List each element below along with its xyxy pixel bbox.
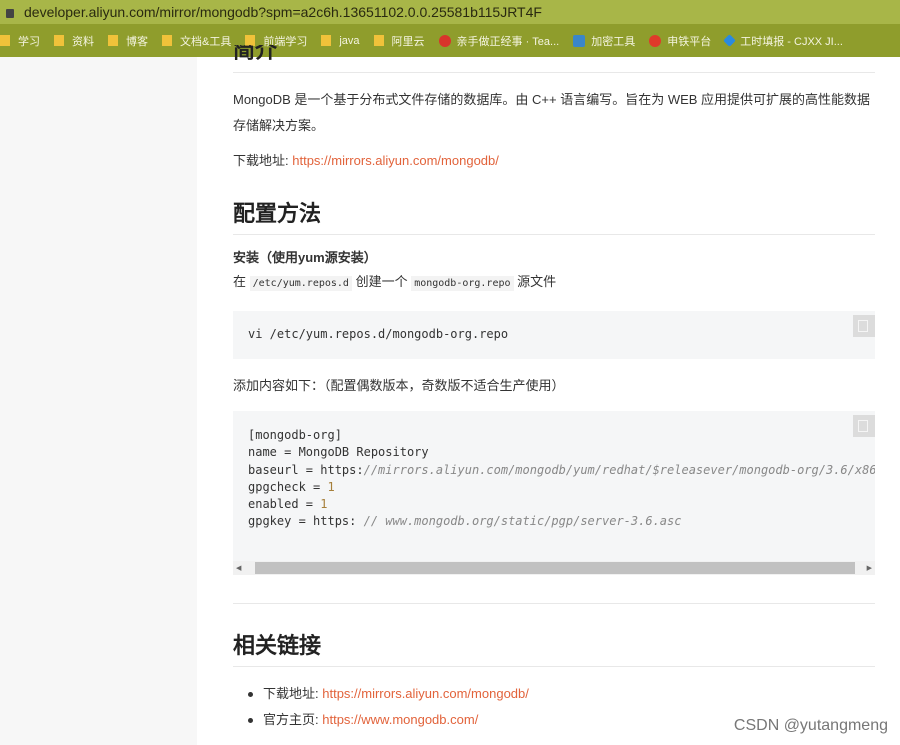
intro-heading: 简介: [233, 45, 875, 73]
folder-icon: [0, 35, 10, 46]
scrollbar-thumb[interactable]: [255, 562, 855, 574]
add-content-text: 添加内容如下：（配置偶数版本，奇数版不适合生产使用）: [233, 378, 565, 393]
horizontal-scrollbar[interactable]: ◀ ▶: [233, 561, 875, 575]
command-code-block: vi /etc/yum.repos.d/mongodb-org.repo: [233, 311, 875, 359]
copy-icon[interactable]: [853, 315, 875, 337]
download-link[interactable]: https://mirrors.aliyun.com/mongodb/: [322, 686, 529, 701]
url-text[interactable]: developer.aliyun.com/mirror/mongodb?spm=…: [24, 4, 542, 20]
bookmark-folder[interactable]: 文档&工具: [162, 33, 231, 49]
links-heading: 相关链接: [233, 628, 875, 667]
intro-text: MongoDB 是一个基于分布式文件存储的数据库。由 C++ 语言编写。旨在为 …: [233, 92, 871, 133]
sidebar: [0, 57, 197, 745]
copy-icon[interactable]: [853, 415, 875, 437]
download-link[interactable]: https://mirrors.aliyun.com/mongodb/: [292, 153, 499, 168]
watermark: CSDN @yutangmeng: [733, 717, 888, 734]
folder-icon: [108, 35, 118, 46]
list-item: 下载地址: https://mirrors.aliyun.com/mongodb…: [233, 681, 875, 707]
install-text: 在 /etc/yum.repos.d 创建一个 mongodb-org.repo…: [233, 274, 557, 291]
folder-icon: [162, 35, 172, 46]
bookmark-folder[interactable]: 资料: [54, 33, 94, 49]
download-label: 下载地址:: [233, 153, 293, 168]
config-heading: 配置方法: [233, 196, 875, 235]
install-title: 安装（使用yum源安装）: [233, 250, 377, 265]
address-bar[interactable]: developer.aliyun.com/mirror/mongodb?spm=…: [0, 0, 900, 24]
lock-icon: [6, 8, 14, 18]
repo-code-block: [mongodb-org] name = MongoDB Repository ba…: [233, 411, 875, 561]
homepage-link[interactable]: https://www.mongodb.com/: [322, 712, 478, 727]
bookmark-folder[interactable]: 学习: [0, 33, 40, 49]
article: 简介 MongoDB 是一个基于分布式文件存储的数据库。由 C++ 语言编写。旨…: [233, 45, 875, 733]
bookmark-folder[interactable]: 博客: [108, 33, 148, 49]
folder-icon: [54, 35, 64, 46]
